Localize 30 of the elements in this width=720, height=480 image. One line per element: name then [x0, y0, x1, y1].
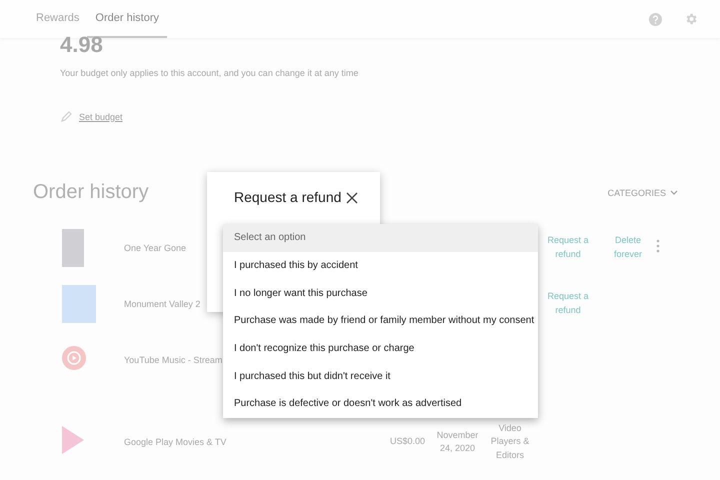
settings-icon[interactable] [684, 12, 698, 26]
menu-option[interactable]: I purchased this by accident [223, 252, 538, 280]
menu-option[interactable]: I no longer want this purchase [223, 279, 538, 308]
budget-note: Your budget only applies to this account, and you can change it at any time [60, 68, 360, 78]
more-icon[interactable] [656, 238, 660, 252]
item-name: Google Play Movies & TV [124, 437, 228, 447]
menu-option[interactable]: Select an option [223, 224, 538, 252]
pencil-icon [60, 110, 73, 123]
chevron-down-icon [670, 190, 678, 196]
play-circle-icon [62, 346, 86, 370]
item-name: Monument Valley 2 [124, 299, 202, 309]
order-date: November 24, 2020 [436, 428, 480, 455]
dialog-title: Request a refund [234, 189, 342, 205]
section-title: Order history [33, 181, 149, 204]
item-name: One Year Gone [124, 243, 188, 253]
help-icon[interactable] [649, 12, 662, 26]
price: US$0.00 [388, 435, 426, 448]
menu-option[interactable]: I don't recognize this purchase or charge [223, 334, 538, 362]
poster-thumbnail [62, 229, 84, 267]
item-category: Video Players & Editors [490, 422, 530, 462]
close-icon[interactable] [346, 192, 358, 204]
game-thumbnail [62, 285, 96, 323]
item-name: YouTube Music - Stream [124, 355, 224, 365]
categories-dropdown[interactable]: CATEGORIES [602, 186, 684, 198]
menu-option[interactable]: Purchase is defective or doesn't work as advertised [223, 390, 538, 418]
tab[interactable]: Order history [87, 0, 167, 38]
menu-option[interactable]: I purchased this but didn't receive it [223, 362, 538, 390]
menu-option[interactable]: Purchase was made by friend or family member without my consent [223, 307, 538, 335]
film-triangle-icon [62, 426, 84, 454]
set-budget-link[interactable]: Set budget [79, 112, 123, 122]
